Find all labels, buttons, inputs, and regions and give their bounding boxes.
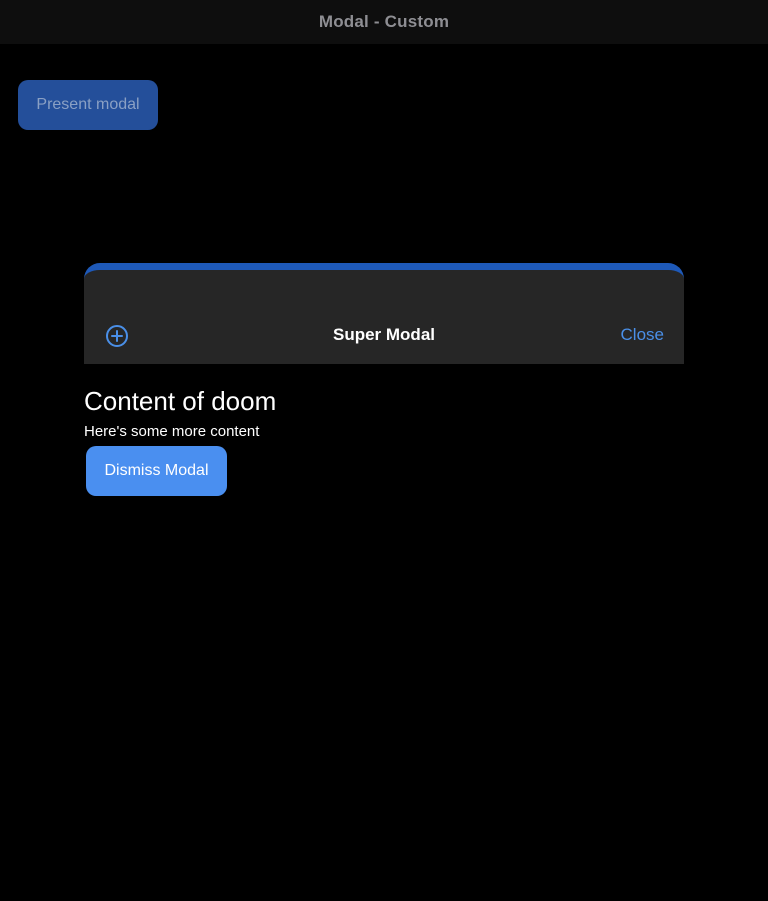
content-text: Here's some more content: [84, 423, 260, 440]
custom-modal: Super Modal Close Content of doom Here's…: [84, 263, 684, 496]
dismiss-modal-button[interactable]: Dismiss Modal: [86, 446, 227, 496]
app-screen: Modal - Custom Present modal Super Modal…: [0, 0, 768, 901]
close-button[interactable]: Close: [621, 325, 664, 345]
navigation-bar: Modal - Custom: [0, 0, 768, 44]
present-modal-button[interactable]: Present modal: [18, 80, 158, 130]
modal-title: Super Modal: [332, 325, 435, 344]
modal-body: Content of doom Here's some more content…: [84, 364, 684, 496]
modal-header: Super Modal Close: [84, 263, 684, 364]
page-title: Modal - Custom: [318, 12, 450, 31]
content-heading: Content of doom: [84, 386, 277, 416]
